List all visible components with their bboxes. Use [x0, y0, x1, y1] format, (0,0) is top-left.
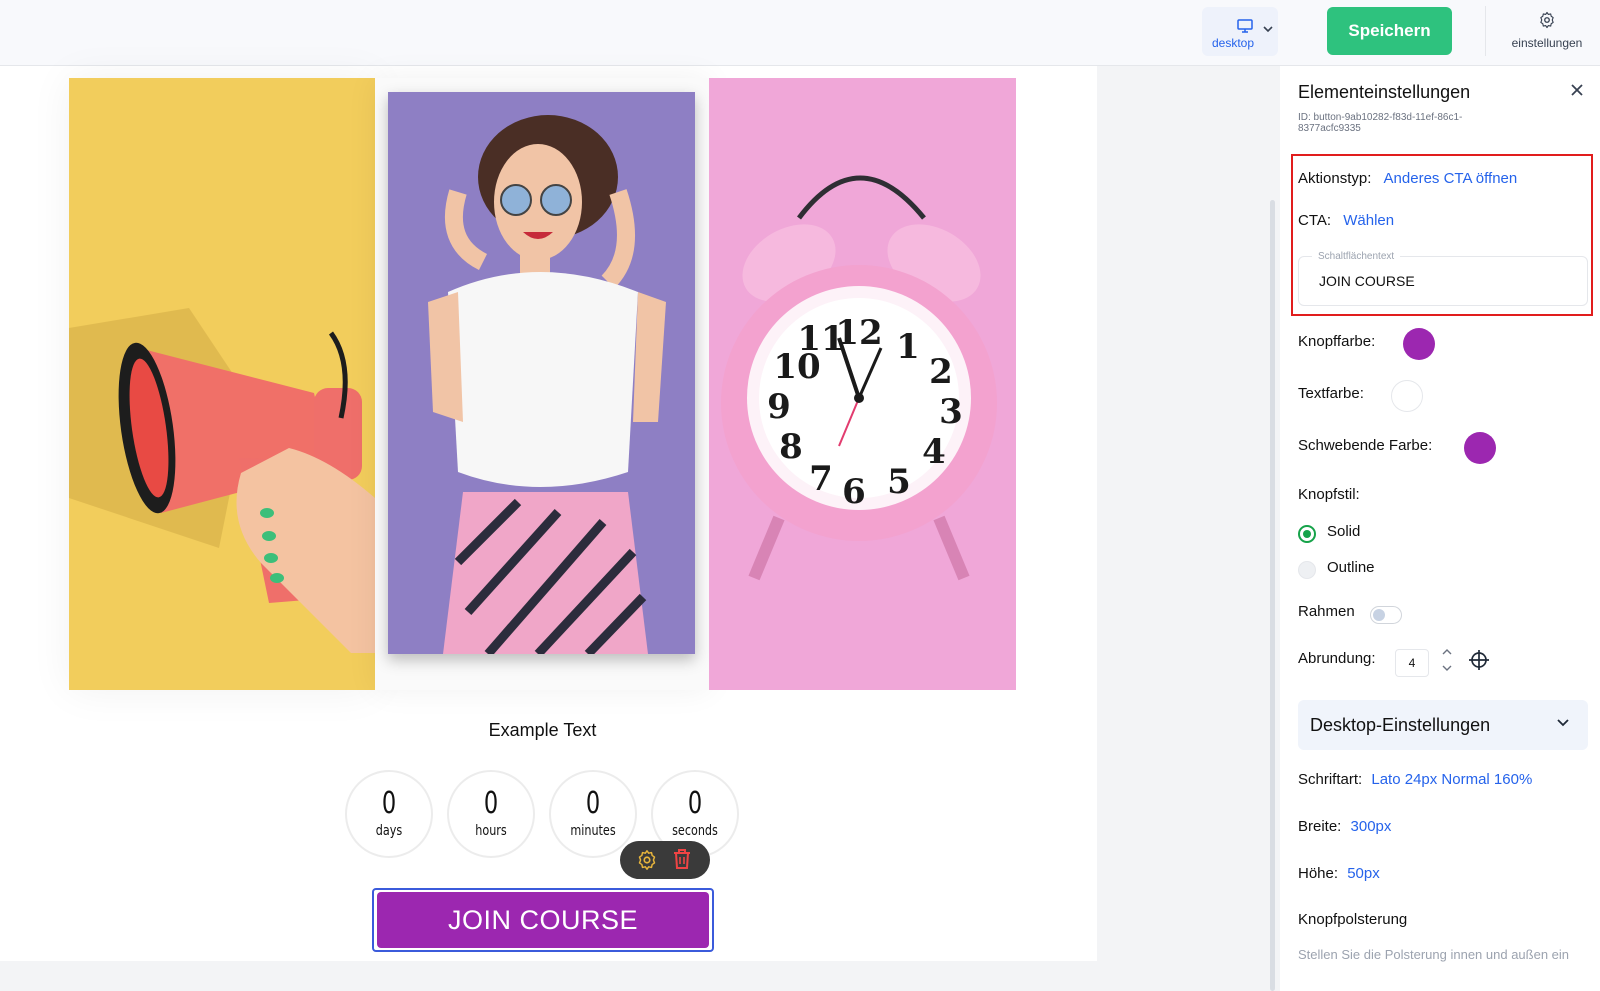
border-label: Rahmen [1298, 603, 1355, 620]
radio-solid-label: Solid [1327, 523, 1361, 540]
accordion-title: Desktop-Einstellungen [1310, 715, 1491, 735]
action-type-label: Aktionstyp: [1298, 170, 1372, 187]
rounding-input[interactable]: 4 [1395, 649, 1429, 677]
chevron-down-icon [1557, 719, 1569, 727]
svg-text:2: 2 [929, 352, 953, 392]
button-text-field[interactable]: Schaltflächentext JOIN COURSE [1298, 251, 1588, 306]
cta-select-link[interactable]: Wählen [1343, 212, 1394, 229]
countdown-value: 0 [687, 786, 703, 821]
join-course-button[interactable]: JOIN COURSE [377, 892, 709, 948]
svg-text:8: 8 [779, 427, 803, 467]
button-text-field-label: Schaltflächentext [1312, 251, 1401, 262]
svg-text:6: 6 [842, 472, 866, 512]
svg-text:7: 7 [809, 459, 833, 499]
hover-color-swatch[interactable] [1464, 432, 1496, 464]
countdown-value: 0 [381, 786, 397, 821]
canvas-margin [1097, 66, 1250, 991]
font-row: Schriftart: Lato 24px Normal 160% [1298, 771, 1532, 788]
button-color-swatch[interactable] [1403, 328, 1435, 360]
cta-row: CTA: Wählen [1298, 212, 1394, 229]
countdown-unit: minutes [570, 823, 616, 839]
padding-label: Knopfpolsterung [1298, 911, 1408, 928]
trash-icon[interactable] [672, 848, 692, 870]
font-label: Schriftart: [1298, 771, 1363, 788]
radio-outline[interactable] [1298, 561, 1316, 579]
rounding-label: Abrundung: [1298, 650, 1376, 667]
countdown-unit: seconds [672, 823, 718, 839]
megaphone-image[interactable] [69, 78, 375, 690]
button-color-label: Knopffarbe: [1298, 333, 1376, 350]
scrollbar[interactable] [1270, 200, 1275, 991]
gear-icon[interactable] [636, 849, 658, 871]
countdown-days: 0 days [345, 770, 433, 858]
radio-solid[interactable] [1298, 525, 1316, 543]
padding-hint: Stellen Sie die Polsterung innen und auß… [1298, 947, 1570, 962]
countdown-value: 0 [585, 786, 601, 821]
text-color-label: Textfarbe: [1298, 385, 1364, 402]
countdown-minutes: 0 minutes [549, 770, 637, 858]
action-type-row: Aktionstyp: Anderes CTA öffnen [1298, 170, 1517, 187]
settings-button[interactable]: einstellungen [1500, 8, 1594, 58]
save-button[interactable]: Speichern [1327, 7, 1452, 55]
width-value-link[interactable]: 300px [1351, 818, 1392, 835]
button-style-label: Knopfstil: [1298, 486, 1360, 503]
countdown-hours: 0 hours [447, 770, 535, 858]
panel-title: Elementeinstellungen [1298, 82, 1471, 102]
svg-text:5: 5 [887, 462, 911, 502]
countdown-unit: days [375, 823, 403, 839]
divider [1485, 6, 1486, 56]
crosshair-icon[interactable] [1468, 649, 1490, 671]
element-toolbar [620, 841, 710, 879]
chevron-down-icon [1263, 26, 1273, 33]
countdown-value: 0 [483, 786, 499, 821]
border-toggle[interactable] [1370, 606, 1402, 624]
element-settings-panel: Elementeinstellungen ID: button-9ab10282… [1280, 66, 1600, 991]
radio-outline-label: Outline [1327, 559, 1375, 576]
action-type-link[interactable]: Anderes CTA öffnen [1384, 170, 1518, 187]
hover-color-label: Schwebende Farbe: [1298, 437, 1433, 454]
countdown-unit: hours [475, 823, 507, 839]
svg-text:4: 4 [922, 432, 946, 472]
svg-text:3: 3 [939, 392, 963, 432]
svg-text:1: 1 [896, 327, 920, 367]
height-label: Höhe: [1298, 865, 1339, 882]
width-label: Breite: [1298, 818, 1342, 835]
desktop-settings-accordion[interactable]: Desktop-Einstellungen [1298, 700, 1588, 750]
canvas-footer-area [0, 961, 1250, 991]
gear-icon [1540, 11, 1554, 29]
example-text: Example Text [488, 720, 597, 740]
width-row: Breite: 300px [1298, 818, 1391, 835]
stepper-icon[interactable] [1440, 646, 1454, 676]
alarm-clock-image[interactable]: 12 1 2 3 4 5 6 7 8 9 10 11 [709, 78, 1016, 690]
woman-photo-image[interactable] [388, 92, 695, 654]
text-color-swatch[interactable] [1391, 380, 1423, 412]
settings-label: einstellungen [1511, 36, 1583, 50]
font-value-link[interactable]: Lato 24px Normal 160% [1371, 771, 1532, 788]
element-id: ID: button-9ab10282-f83d-11ef-86c1-8377a… [1298, 112, 1463, 134]
top-toolbar: desktop Speichern einstellungen [0, 0, 1600, 66]
device-selector[interactable]: desktop [1202, 7, 1278, 56]
device-label: desktop [1211, 36, 1255, 50]
close-icon[interactable] [1570, 83, 1584, 97]
monitor-icon [1237, 19, 1253, 33]
height-row: Höhe: 50px [1298, 865, 1380, 882]
height-value-link[interactable]: 50px [1347, 865, 1380, 882]
svg-text:9: 9 [767, 387, 791, 427]
button-text-value[interactable]: JOIN COURSE [1319, 273, 1415, 289]
cta-label: CTA: [1298, 212, 1332, 229]
